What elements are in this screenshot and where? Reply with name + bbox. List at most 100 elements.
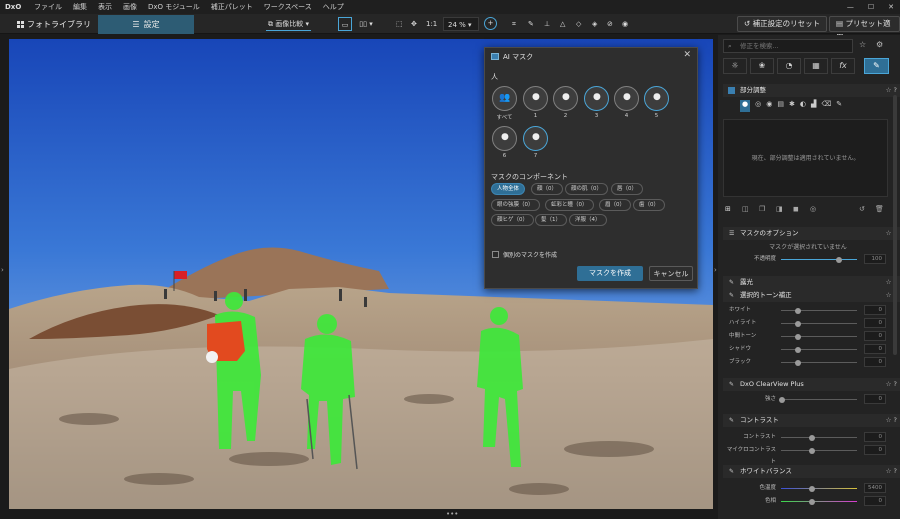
tab-photo-library[interactable]: フォトライブラリ	[14, 15, 94, 34]
settings-gear-icon[interactable]: ⚙	[876, 40, 883, 49]
chip-lips[interactable]: 唇（0）	[611, 183, 643, 195]
microcontrast-value[interactable]: 0	[864, 445, 886, 455]
chip-sclera[interactable]: 眼の強膜（0）	[491, 199, 540, 211]
left-panel-toggle-icon[interactable]: ›	[1, 266, 4, 274]
split-view-button[interactable]: ▯▯ ▾	[354, 17, 378, 31]
microcontrast-track[interactable]	[781, 449, 857, 451]
shadows-track[interactable]	[781, 348, 857, 350]
reset-corrections-button[interactable]: ↺ 補正設定のリセット	[737, 16, 828, 32]
compare-button[interactable]: ⧉ 画像比較 ▾	[266, 17, 311, 31]
person-1-button[interactable]: ●	[523, 86, 548, 111]
midtones-value[interactable]: 0	[864, 331, 886, 341]
whites-track[interactable]	[781, 309, 857, 311]
opacity-track[interactable]	[781, 258, 857, 260]
menu-view[interactable]: 表示	[98, 0, 112, 14]
highlights-value[interactable]: 0	[864, 318, 886, 328]
mask-options-header[interactable]: ☰ マスクのオプション ☆ ?	[723, 227, 900, 240]
whites-knob[interactable]	[795, 307, 801, 314]
chip-eyebrows[interactable]: 眉（0）	[599, 199, 631, 211]
palette-effects-icon[interactable]: fx	[831, 58, 855, 74]
zoom-100-button[interactable]: 1:1	[426, 17, 437, 31]
clearview-header[interactable]: ✎ DxO ClearView Plus ☆ ?	[723, 378, 900, 391]
tint-knob[interactable]	[809, 498, 815, 505]
local-adjust-header[interactable]: 部分調整 ☆ ?	[723, 84, 900, 97]
star-help-icon[interactable]: ☆ ?	[886, 414, 897, 427]
person-7-button[interactable]: ●	[523, 126, 548, 151]
palette-color-icon[interactable]: ❀	[750, 58, 774, 74]
clearview-track[interactable]	[781, 398, 857, 400]
palette-geometry-icon[interactable]: ▦	[804, 58, 828, 74]
add-mask-icon[interactable]: ⊞	[725, 205, 731, 213]
chip-whole-person[interactable]: 人物全体	[491, 183, 526, 195]
crop-button[interactable]: ⌗	[512, 17, 516, 31]
clearview-value[interactable]: 0	[864, 394, 886, 404]
whites-value[interactable]: 0	[864, 305, 886, 315]
blacks-value[interactable]: 0	[864, 357, 886, 367]
selective-tone-header[interactable]: ✎ 選択的トーン補正 ☆ ?	[723, 289, 900, 302]
separate-masks-checkbox[interactable]	[492, 251, 499, 258]
highlights-knob[interactable]	[795, 320, 801, 327]
opacity-value[interactable]: 100	[864, 254, 886, 264]
chip-clothes[interactable]: 洋服（4）	[569, 214, 607, 226]
right-panel-toggle-icon[interactable]: ›	[714, 266, 717, 274]
chip-hair[interactable]: 髪（1）	[535, 214, 567, 226]
brush-tool-icon[interactable]: ✱	[789, 100, 795, 112]
gradient-tool-icon[interactable]: ▤	[777, 100, 784, 112]
volume-button[interactable]: ◇	[576, 17, 581, 31]
person-3-button[interactable]: ●	[584, 86, 609, 111]
person-2-button[interactable]: ●	[553, 86, 578, 111]
star-help-icon[interactable]: ☆ ?	[886, 378, 897, 391]
opacity-knob[interactable]	[836, 256, 842, 263]
contrast-knob[interactable]	[809, 434, 815, 441]
visibility-icon[interactable]: ◎	[810, 205, 816, 213]
favorite-icon[interactable]: ☆	[859, 40, 866, 49]
control-point-tool-icon[interactable]: ◉	[766, 100, 772, 112]
menu-image[interactable]: 画像	[123, 0, 137, 14]
move-button[interactable]: ✥	[411, 17, 417, 31]
zoom-in-button[interactable]: +	[484, 17, 497, 30]
midtones-track[interactable]	[781, 335, 857, 337]
shadows-knob[interactable]	[795, 346, 801, 353]
person-6-button[interactable]: ●	[492, 126, 517, 151]
picker-button[interactable]: ✎	[528, 17, 534, 31]
person-all-button[interactable]: 👥	[492, 86, 517, 111]
contrast-header[interactable]: ✎ コントラスト ☆ ?	[723, 414, 900, 427]
maximize-button[interactable]: ☐	[868, 0, 874, 14]
white-balance-header[interactable]: ✎ ホワイトバランス ☆ ?	[723, 465, 900, 478]
repair-button[interactable]: ⊘	[607, 17, 613, 31]
cancel-button[interactable]: キャンセル	[649, 266, 693, 281]
temperature-value[interactable]: 5400	[864, 483, 886, 493]
close-icon[interactable]: ✕	[683, 50, 691, 60]
tint-track[interactable]	[781, 500, 857, 502]
chip-iris-pupil[interactable]: 虹彩と瞳（0）	[545, 199, 594, 211]
preview-button[interactable]: ◉	[622, 17, 628, 31]
create-mask-button[interactable]: マスクを作成	[577, 266, 643, 281]
undo-icon[interactable]: ↺	[859, 205, 865, 213]
menu-edit[interactable]: 編集	[73, 0, 87, 14]
apply-preset-button[interactable]: ▤ プリセット適用	[829, 16, 900, 42]
auto-mask-tool-icon[interactable]: ◎	[755, 100, 761, 112]
clearview-knob[interactable]	[779, 396, 785, 403]
exposure-header[interactable]: ✎ 露光 ☆ ?	[723, 276, 900, 289]
midtones-knob[interactable]	[795, 333, 801, 340]
zoom-select[interactable]: 24 % ▾	[443, 17, 479, 31]
tab-settings[interactable]: ☰ 設定	[98, 15, 194, 34]
single-view-button[interactable]: ▭	[338, 17, 352, 31]
menu-file[interactable]: ファイル	[34, 0, 62, 14]
blacks-knob[interactable]	[795, 359, 801, 366]
eraser-tool-icon[interactable]: ⌫	[821, 100, 831, 112]
person-5-button[interactable]: ●	[644, 86, 669, 111]
shadows-value[interactable]: 0	[864, 344, 886, 354]
chip-face-skin[interactable]: 顔の肌（0）	[565, 183, 608, 195]
search-input[interactable]: ⌕ 修正を検索...	[723, 39, 853, 53]
luminance-tool-icon[interactable]: ◐	[800, 100, 806, 112]
panel-scrollbar[interactable]	[893, 95, 897, 355]
close-window-button[interactable]: ✕	[888, 0, 894, 14]
paste-icon[interactable]: ◨	[776, 205, 783, 213]
palette-local-icon[interactable]: ✎	[864, 58, 889, 74]
duplicate-icon[interactable]: ◫	[742, 205, 749, 213]
local-adjust-button[interactable]: ◈	[592, 17, 597, 31]
menu-help[interactable]: ヘルプ	[323, 0, 344, 14]
person-4-button[interactable]: ●	[614, 86, 639, 111]
invert-icon[interactable]: ◼	[793, 205, 799, 213]
